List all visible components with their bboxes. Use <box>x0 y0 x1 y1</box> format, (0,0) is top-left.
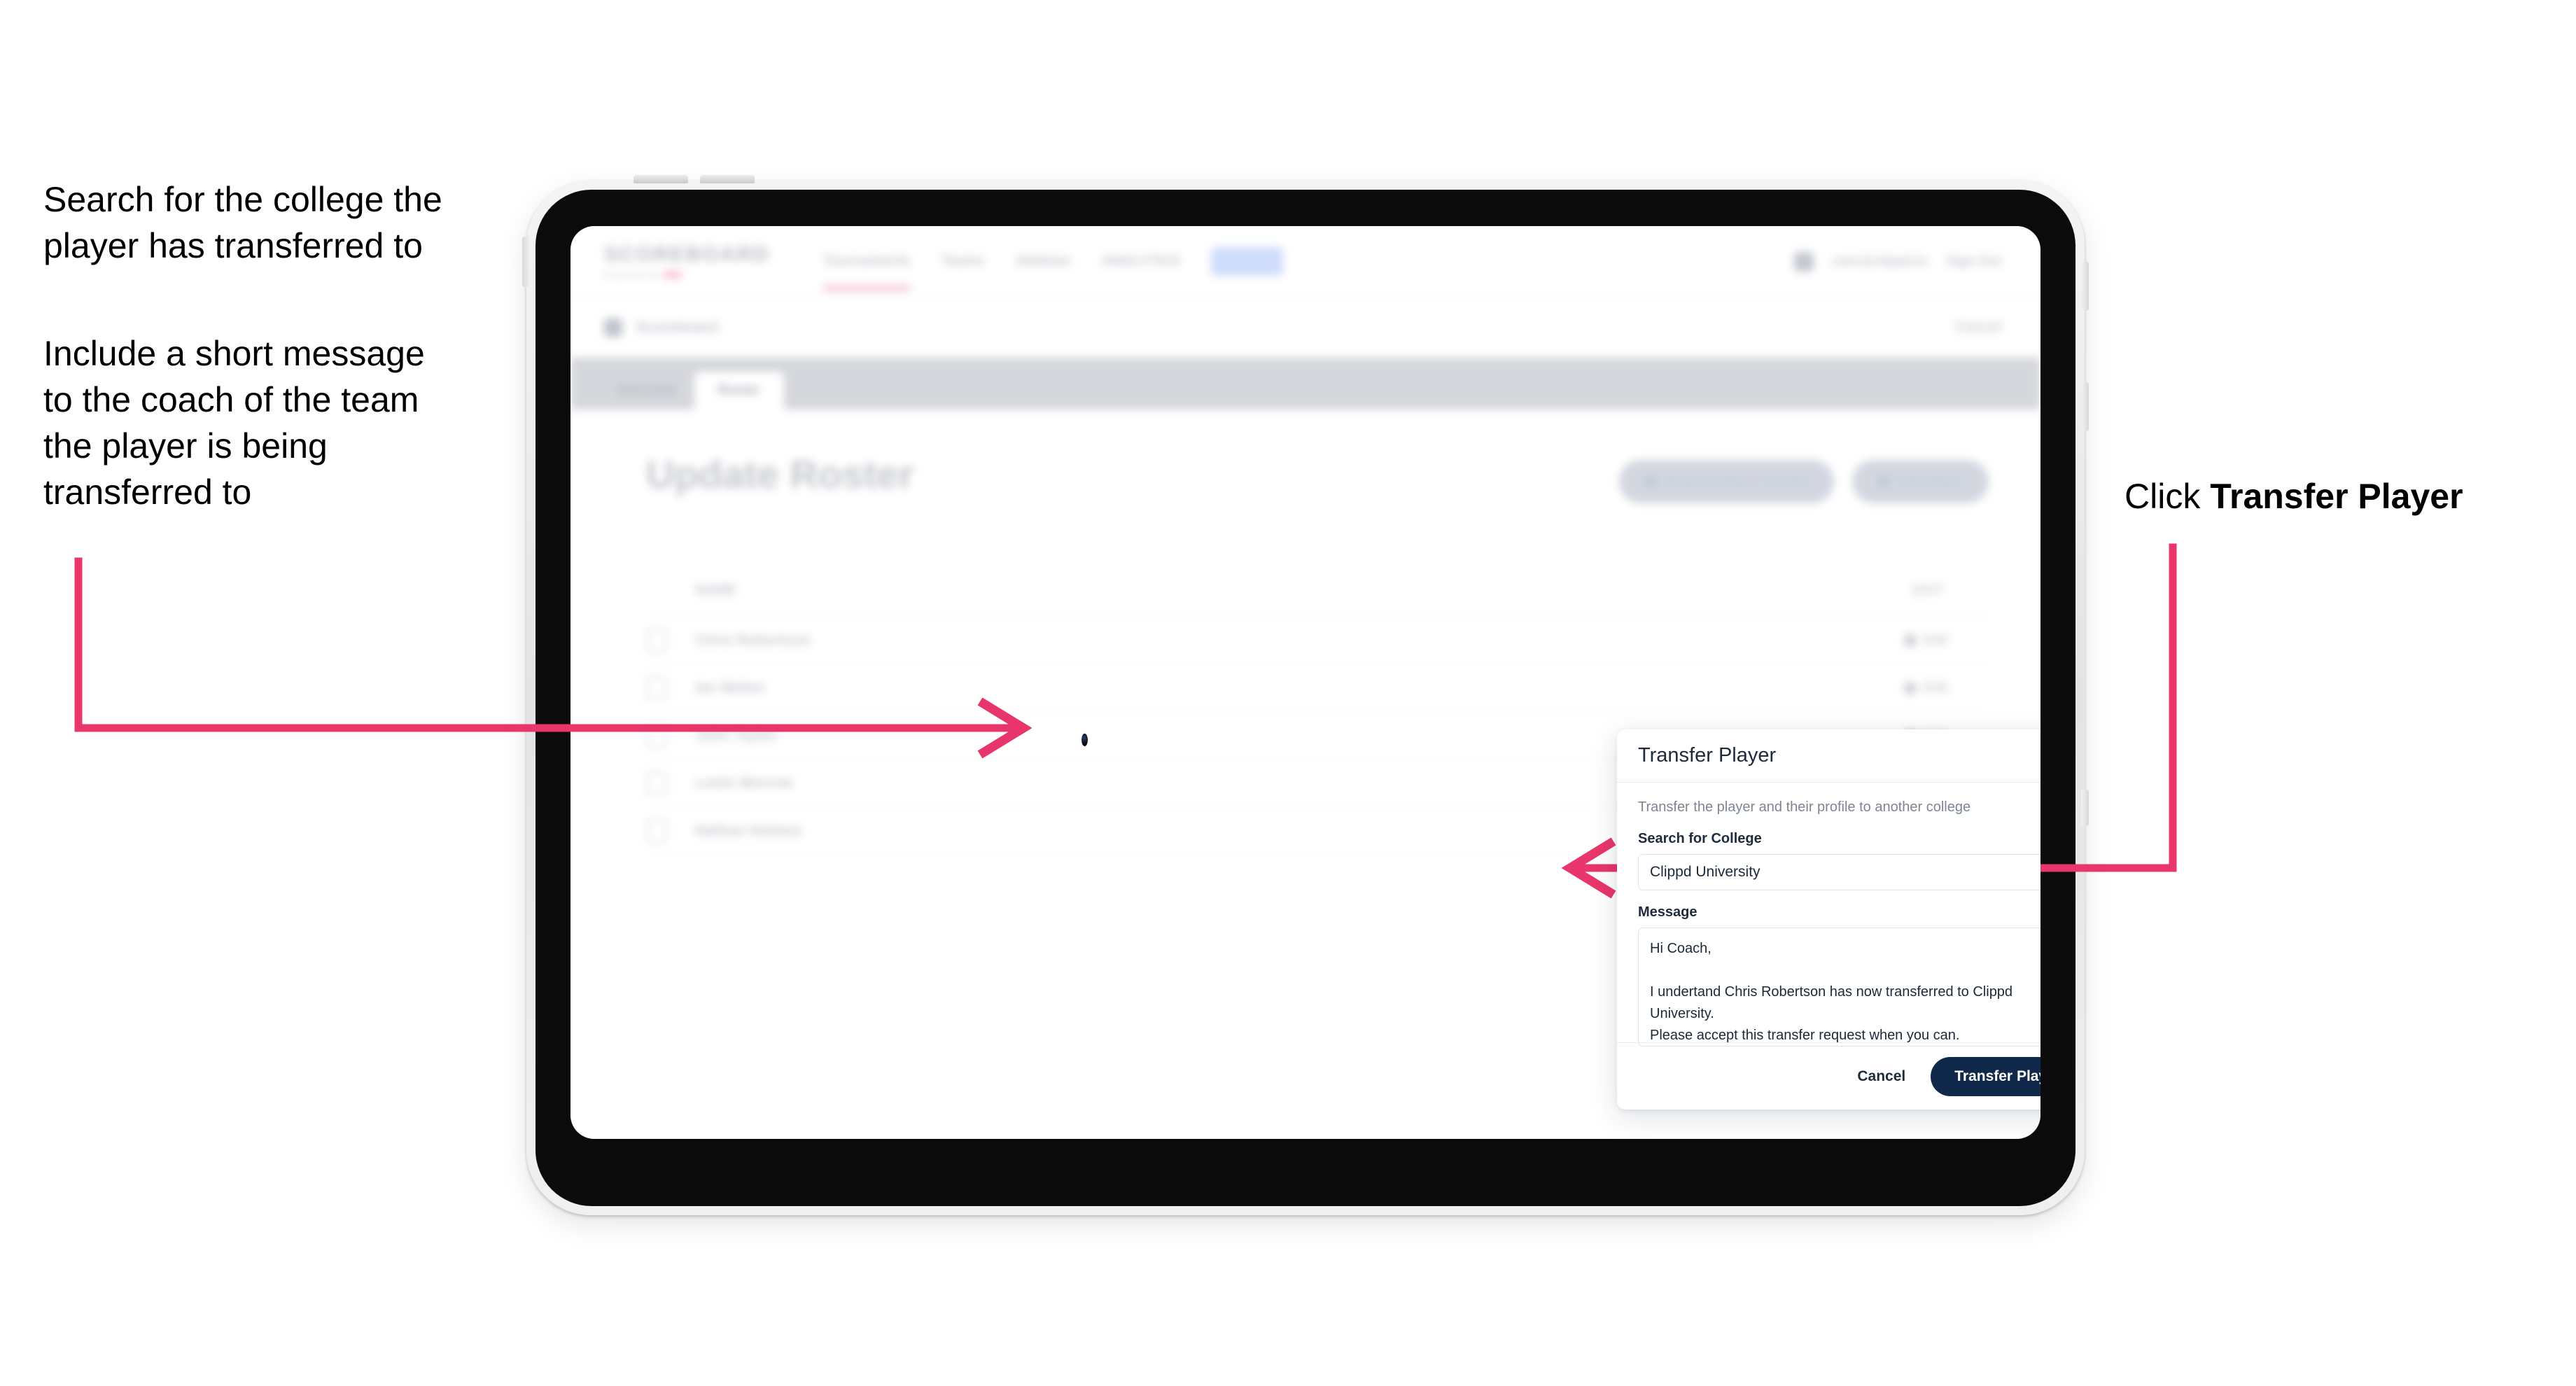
sign-out-button[interactable]: Sign Out <box>1946 254 2001 270</box>
table-row[interactable]: Ian Weber Edit <box>646 664 1989 712</box>
add-player-label: Add Player <box>1898 474 1963 489</box>
modal-footer: Cancel Transfer Player <box>1617 1042 2040 1110</box>
row-edit-button[interactable]: Edit <box>1902 632 1948 648</box>
tab-overview[interactable]: Overview <box>598 372 694 410</box>
nav-item-analytics[interactable]: ANALYTICS <box>1102 253 1181 270</box>
message-textarea[interactable]: Hi Coach, I undertand Chris Robertson ha… <box>1638 927 2040 1046</box>
row-edit-button[interactable]: Edit <box>1902 680 1948 696</box>
column-header-name: NAME <box>695 582 736 598</box>
logo-accent-mark <box>663 272 682 278</box>
message-label: Message <box>1638 904 1698 920</box>
row-checkbox[interactable] <box>646 818 667 843</box>
request-player-transfer-label: Request Player Transfer <box>1665 474 1809 489</box>
header-user-area: user@clippd.io Sign Out <box>1794 251 2001 272</box>
tab-strip: Overview Roster <box>570 358 2040 410</box>
screenshot-canvas: Search for the college the player has tr… <box>0 0 2576 1386</box>
nav-item-roster[interactable]: Roster <box>1211 247 1284 276</box>
row-checkbox[interactable] <box>646 628 667 652</box>
nav-item-tournaments[interactable]: Tournaments <box>822 253 911 290</box>
page-action-buttons: Request Player Transfer Add Player <box>1619 460 1989 503</box>
row-player-name: Lewis Morrow <box>695 774 794 791</box>
app-header: SCOREBOARD Powered by Tournaments Teams … <box>570 226 2040 298</box>
search-college-input[interactable]: Clippd University <box>1638 854 2040 890</box>
tablet-bezel: SCOREBOARD Powered by Tournaments Teams … <box>536 190 2076 1206</box>
header-user-email: user@clippd.io <box>1832 253 1928 269</box>
row-player-name: Nathan Holmes <box>695 822 802 839</box>
row-edit-label: Edit <box>1923 680 1948 695</box>
device-right-button-3 <box>2081 790 2089 826</box>
logo-subtitle: Powered by <box>604 270 770 280</box>
search-college-label: Search for College <box>1638 831 1762 846</box>
tablet-device-frame: SCOREBOARD Powered by Tournaments Teams … <box>526 181 2085 1215</box>
annotation-right-prefix: Click <box>2124 477 2211 516</box>
primary-nav: Tournaments Teams Athletes ANALYTICS Ros… <box>822 247 1284 290</box>
modal-description: Transfer the player and their profile to… <box>1638 799 1971 815</box>
transfer-player-modal: Transfer Player Transfer the player and … <box>1617 729 2040 1110</box>
nav-item-teams[interactable]: Teams <box>941 253 985 270</box>
row-checkbox[interactable] <box>646 723 667 748</box>
device-right-button-2 <box>2081 382 2089 431</box>
annotation-click-transfer-player: Click Transfer Player <box>2124 473 2558 519</box>
tab-roster[interactable]: Roster <box>694 372 784 410</box>
row-edit-label: Edit <box>1923 632 1948 648</box>
device-volume-down-button <box>700 175 755 183</box>
field-spacer <box>1638 890 2040 904</box>
logo-wordmark: SCOREBOARD <box>604 243 770 266</box>
device-volume-up-button <box>634 175 688 183</box>
device-left-button <box>522 237 530 287</box>
add-player-button[interactable]: Add Player <box>1852 460 1989 503</box>
breadcrumb-icon <box>604 318 622 337</box>
roster-table-header: NAME EDIT <box>646 565 1989 617</box>
logo-sub-text: Powered by <box>604 270 659 280</box>
row-player-name: Ian Weber <box>695 679 765 696</box>
modal-header: Transfer Player <box>1617 729 2040 783</box>
nav-item-athletes[interactable]: Athletes <box>1016 253 1071 270</box>
page-title: Update Roster <box>646 452 914 496</box>
row-checkbox[interactable] <box>646 771 667 795</box>
row-checkbox[interactable] <box>646 676 667 700</box>
device-right-button-1 <box>2081 262 2089 311</box>
column-header-edit: EDIT <box>1912 582 1944 598</box>
app-logo[interactable]: SCOREBOARD Powered by <box>604 243 770 280</box>
modal-title: Transfer Player <box>1638 744 1777 766</box>
annotation-search-college: Search for the college the player has tr… <box>43 180 442 265</box>
tablet-screen: SCOREBOARD Powered by Tournaments Teams … <box>570 226 2040 1139</box>
annotation-include-message: Include a short message to the coach of … <box>43 334 425 512</box>
avatar[interactable] <box>1794 251 1814 272</box>
request-player-transfer-button[interactable]: Request Player Transfer <box>1619 460 1835 503</box>
plus-icon <box>1877 475 1891 488</box>
row-player-name: Chris Robertson <box>695 631 811 648</box>
pencil-icon <box>1902 632 1919 648</box>
device-camera-dot <box>1082 734 1088 746</box>
row-player-name: John Taylor <box>695 727 778 743</box>
cancel-button[interactable]: Cancel <box>1853 1061 1910 1092</box>
pencil-icon <box>1902 680 1919 696</box>
table-row[interactable]: Chris Robertson Edit <box>646 617 1989 664</box>
breadcrumb: Scoreboard Cancel <box>570 298 2040 358</box>
transfer-icon <box>1644 475 1658 488</box>
breadcrumb-cancel-button[interactable]: Cancel <box>1955 319 2001 335</box>
modal-body: Transfer the player and their profile to… <box>1617 783 2040 1046</box>
annotation-right-bold: Transfer Player <box>2210 477 2463 516</box>
transfer-player-button[interactable]: Transfer Player <box>1931 1056 2040 1096</box>
breadcrumb-title: Scoreboard <box>636 318 718 335</box>
